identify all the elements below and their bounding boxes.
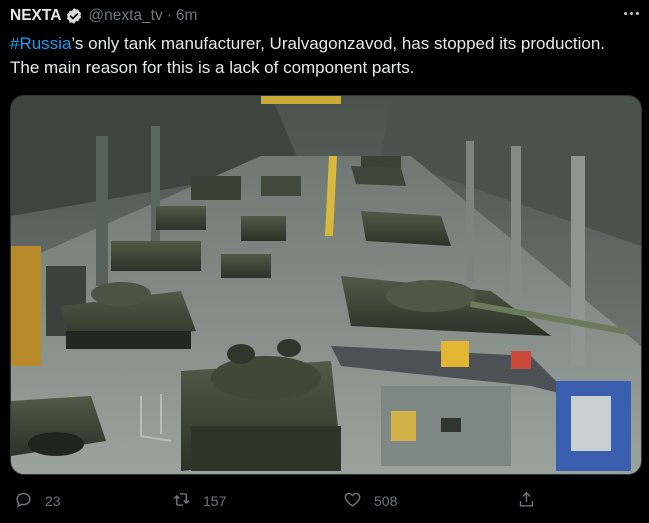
timestamp[interactable]: 6m xyxy=(176,7,198,25)
user-handle[interactable]: @nexta_tv xyxy=(88,7,162,25)
like-button[interactable]: 508 xyxy=(343,486,397,516)
retweet-icon xyxy=(172,490,191,512)
retweet-count: 157 xyxy=(203,493,227,509)
share-icon xyxy=(517,490,536,512)
share-button[interactable] xyxy=(517,486,536,516)
tweet-body: ’s only tank manufacturer, Uralvagonzavo… xyxy=(10,34,606,77)
reply-icon xyxy=(14,490,33,512)
more-options-icon[interactable] xyxy=(624,6,639,20)
reply-count: 23 xyxy=(45,493,61,509)
reply-button[interactable]: 23 xyxy=(14,486,61,516)
hashtag-link[interactable]: #Russia xyxy=(10,34,71,53)
like-icon xyxy=(343,490,362,512)
factory-photo-illustration xyxy=(11,96,641,474)
more-dot xyxy=(630,11,633,15)
separator-dot: · xyxy=(166,7,172,24)
tweet-actions: 23 157 508 xyxy=(0,486,649,516)
retweet-button[interactable]: 157 xyxy=(172,486,226,516)
verified-badge-icon xyxy=(65,7,83,25)
like-count: 508 xyxy=(374,493,398,509)
tweet-text: #Russia’s only tank manufacturer, Uralva… xyxy=(10,32,630,80)
tweet-photo[interactable] xyxy=(10,95,642,475)
tweet-header: NEXTA @nexta_tv · 6m xyxy=(10,5,639,27)
more-dot xyxy=(624,11,627,15)
display-name[interactable]: NEXTA xyxy=(10,7,61,25)
more-dot xyxy=(636,11,639,15)
